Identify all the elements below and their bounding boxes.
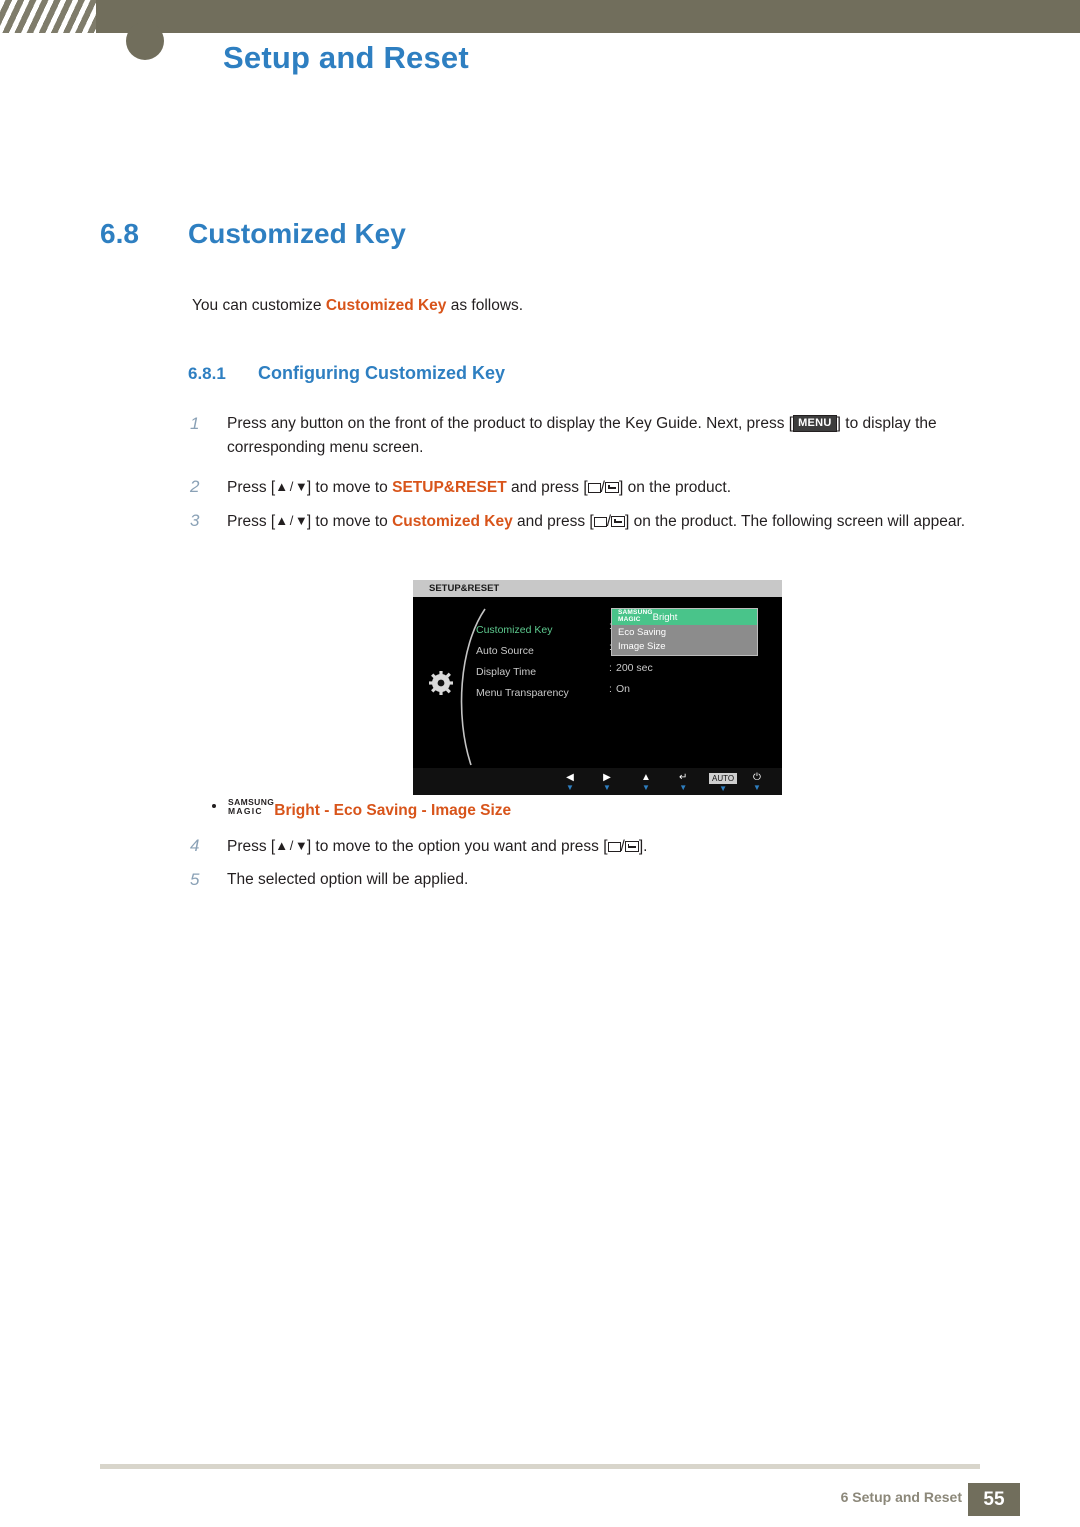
brand-line-2: MAGIC: [618, 616, 641, 623]
updown-arrows-icon: ▲ / ▼: [275, 513, 308, 528]
osd-item-menu-transparency[interactable]: Menu Transparency: [476, 683, 666, 704]
auto-key-label: AUTO: [709, 773, 738, 784]
options-bullet-row: SAMSUNG MAGIC Bright - Eco Saving - Image …: [212, 798, 512, 820]
osd-submenu-item-image-size[interactable]: Image Size: [618, 639, 666, 654]
step-4-text-post: ].: [638, 838, 648, 855]
step-2-number: 2: [190, 477, 200, 496]
osd-screenshot: SETUP&RESET Customized Key Auto Source D…: [413, 580, 782, 795]
step-4-text-pre: Press [: [227, 838, 276, 855]
osd-key-left-marker: ▼: [566, 783, 574, 792]
osd-key-auto-marker: ▼: [719, 784, 727, 793]
step-4-body: Press [▲ / ▼] to move to the option you …: [227, 834, 1010, 859]
footer-divider: [100, 1464, 980, 1469]
footer-chapter-label: 6 Setup and Reset: [840, 1489, 962, 1505]
right-arrow-icon: ▶: [603, 772, 611, 783]
osd-key-enter-marker: ▼: [679, 783, 688, 792]
enter-key-icon: [624, 841, 639, 852]
osd-key-power-marker: ▼: [753, 783, 761, 792]
subsection-number: 6.8.1: [188, 364, 226, 383]
osd-submenu-item-magicbright[interactable]: SAMSUNG MAGIC Bright: [618, 609, 677, 625]
back-square-icon: [587, 483, 601, 493]
osd-key-up-marker: ▼: [641, 783, 650, 792]
step-3-number: 3: [190, 511, 200, 530]
updown-arrows-icon: ▲ / ▼: [275, 838, 308, 853]
step-3-highlight: Customized Key: [392, 513, 513, 530]
intro-highlight: Customized Key: [325, 297, 447, 314]
power-icon: ⏻: [753, 772, 761, 783]
osd-key-up[interactable]: ▲ ▼: [641, 772, 651, 792]
step-2-text-pre: Press [: [227, 479, 276, 496]
osd-submenu-item-eco-saving[interactable]: Eco Saving: [618, 625, 666, 640]
step-2-text-mid2: and press [: [506, 479, 588, 496]
osd-key-power[interactable]: ⏻ ▼: [753, 772, 761, 792]
step-4: 4 Press [▲ / ▼] to move to the option yo…: [190, 834, 1010, 859]
page-header-bar: [0, 0, 1080, 33]
step-2-body: Press [▲ / ▼] to move to SETUP&RESET and…: [227, 475, 1010, 500]
step-5-body: The selected option will be applied.: [227, 871, 469, 888]
step-5-number: 5: [190, 870, 200, 889]
bullet-sep-2: -: [417, 802, 432, 819]
back-square-icon: [607, 842, 621, 852]
page-header-title: Setup and Reset: [223, 40, 469, 75]
section-intro: You can customize Customized Key as foll…: [192, 297, 523, 315]
bullet-dot-icon: [212, 804, 216, 808]
osd-key-guide-bar: ◀ ▼ ▶ ▼ ▲ ▼ ↵ ▼ AUTO ▼ ⏻ ▼: [413, 768, 782, 795]
intro-text-pre: You can customize: [192, 297, 326, 314]
subsection-title: Configuring Customized Key: [258, 363, 505, 383]
samsung-magic-brandmark: SAMSUNG MAGIC: [228, 798, 274, 816]
step-2-highlight: SETUP&RESET: [392, 479, 507, 496]
step-3: 3 Press [▲ / ▼] to move to Customized Ke…: [190, 509, 1010, 534]
brand-line-2: MAGIC: [228, 806, 263, 816]
bullet-option-eco-saving: Eco Saving: [333, 802, 418, 819]
step-4-text-mid: ] to move to the option you want and pre…: [306, 838, 608, 855]
osd-colon-3: :: [609, 683, 612, 695]
step-5: 5 The selected option will be applied.: [190, 868, 1010, 892]
left-arrow-icon: ◀: [566, 772, 574, 783]
step-1-body: Press any button on the front of the pro…: [227, 412, 1010, 460]
updown-arrows-icon: ▲ / ▼: [275, 479, 308, 494]
up-arrow-icon: ▲: [641, 772, 651, 783]
osd-value-menu-transparency: On: [616, 683, 631, 695]
step-1-number: 1: [190, 414, 200, 433]
step-3-text-post: ] on the product. The following screen w…: [625, 513, 966, 530]
osd-key-left[interactable]: ◀ ▼: [566, 772, 574, 792]
osd-key-right-marker: ▼: [603, 783, 611, 792]
step-1-text-pre: Press any button on the front of the pro…: [227, 415, 794, 432]
step-2: 2 Press [▲ / ▼] to move to SETUP&RESET a…: [190, 475, 1010, 500]
menu-key-icon: MENU: [793, 415, 837, 432]
bullet-option-image-size: Image Size: [431, 802, 512, 819]
osd-key-auto[interactable]: AUTO ▼: [709, 773, 738, 793]
enter-arrow-icon: ↵: [679, 772, 688, 783]
osd-submenu-label-bright: Bright: [652, 612, 678, 623]
bullet-sep-1: -: [319, 802, 334, 819]
section-title: Customized Key: [188, 218, 406, 249]
back-square-icon: [593, 517, 607, 527]
osd-titlebar: SETUP&RESET: [413, 580, 782, 597]
osd-submenu: SAMSUNG MAGIC Bright Eco Saving Image Size: [611, 608, 758, 656]
header-circle-decoration: [126, 22, 164, 60]
step-4-number: 4: [190, 836, 200, 855]
section-number: 6.8: [100, 218, 139, 249]
intro-text-post: as follows.: [446, 297, 524, 314]
step-3-text-mid2: and press [: [512, 513, 594, 530]
step-3-body: Press [▲ / ▼] to move to Customized Key …: [227, 509, 1010, 534]
step-2-text-mid: ] to move to: [306, 479, 393, 496]
header-stripe-decoration: [0, 0, 96, 33]
osd-key-right[interactable]: ▶ ▼: [603, 772, 611, 792]
enter-key-icon: [611, 516, 626, 527]
brand-line-1: SAMSUNG: [618, 609, 653, 616]
enter-key-icon: [604, 482, 619, 493]
step-3-text-pre: Press [: [227, 513, 276, 530]
step-2-text-post: ] on the product.: [618, 479, 732, 496]
osd-value-display-time: 200 sec: [616, 662, 653, 674]
footer-page-number: 55: [968, 1483, 1020, 1516]
osd-title-text: SETUP&RESET: [429, 583, 500, 594]
osd-colon-2: :: [609, 662, 612, 674]
step-3-text-mid: ] to move to: [306, 513, 393, 530]
samsung-magic-brandmark: SAMSUNG MAGIC: [618, 609, 653, 623]
osd-key-enter[interactable]: ↵ ▼: [679, 772, 687, 792]
bullet-option-bright: Bright: [274, 802, 320, 819]
step-1: 1 Press any button on the front of the p…: [190, 412, 1010, 460]
